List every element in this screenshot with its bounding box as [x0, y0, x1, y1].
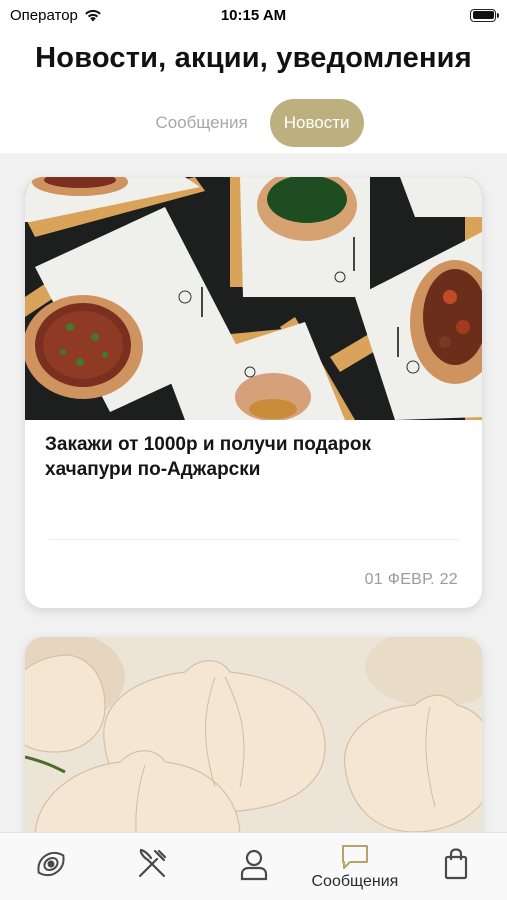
tab-news[interactable]: Новости [269, 99, 364, 147]
status-left: Оператор [10, 7, 102, 24]
carrier-label: Оператор [10, 6, 78, 24]
card-divider [49, 539, 458, 540]
news-card[interactable]: Закажи от 1000р и получи подарок хачапур… [25, 177, 482, 608]
wifi-icon [85, 9, 101, 21]
tab-bar-menu[interactable] [0, 833, 101, 900]
bag-icon [445, 848, 468, 880]
page-title: Новости, акции, уведомления [35, 42, 472, 74]
khachapuri-photo [25, 177, 482, 420]
tab-bar-profile[interactable] [203, 833, 304, 900]
profile-icon [240, 849, 267, 881]
khinkali-photo [25, 637, 482, 832]
tab-bar-restaurant[interactable] [101, 833, 202, 900]
tab-bar-cart[interactable] [406, 833, 507, 900]
tab-bar-messages-label: Сообщения [311, 873, 399, 890]
fork-knife-icon [139, 848, 167, 878]
news-feed[interactable]: Закажи от 1000р и получи подарок хачапур… [0, 153, 507, 832]
message-icon [341, 845, 368, 869]
bottom-tab-bar: Сообщения [0, 832, 507, 900]
battery-icon [470, 8, 499, 22]
khachapuri-icon [37, 851, 65, 877]
card-date: 01 ФЕВР. 22 [364, 571, 458, 588]
tab-bar-messages[interactable]: Сообщения [304, 833, 405, 900]
status-bar: Оператор 10:15 AM [0, 0, 507, 30]
news-card[interactable] [25, 637, 482, 832]
segment-tabs: Сообщения Новости [0, 99, 507, 147]
header: Новости, акции, уведомления Сообщения Но… [0, 30, 507, 153]
card-title: Закажи от 1000р и получи подарок хачапур… [45, 434, 371, 480]
tab-messages[interactable]: Сообщения [143, 99, 259, 147]
